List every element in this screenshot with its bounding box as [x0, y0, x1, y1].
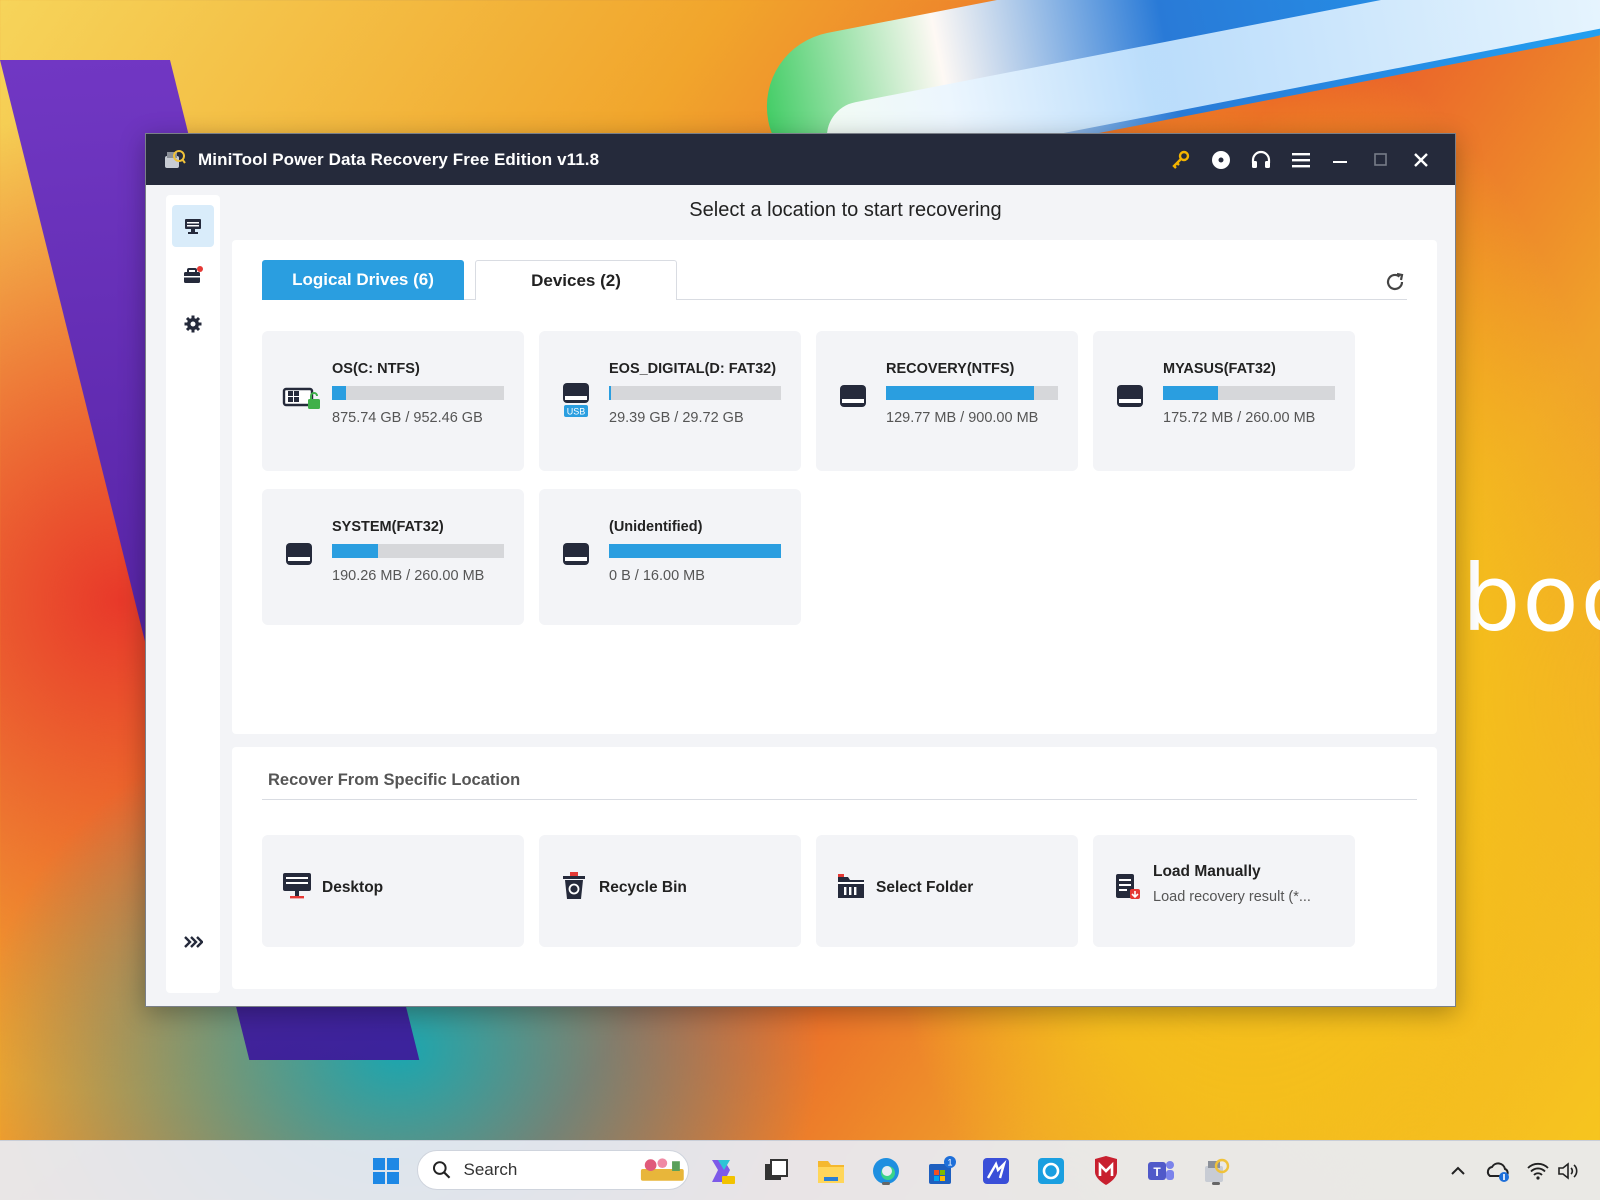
drive-name: SYSTEM(FAT32)	[332, 519, 444, 535]
drive-usage-bar	[332, 386, 504, 400]
refresh-icon[interactable]	[1383, 270, 1407, 294]
recycle-bin-icon	[559, 871, 591, 903]
search-label: Search	[463, 1160, 518, 1179]
load-file-icon	[1113, 871, 1145, 903]
window-title: MiniTool Power Data Recovery Free Editio…	[198, 149, 600, 169]
menu-icon[interactable]	[1281, 140, 1321, 180]
drive-size: 29.39 GB / 29.72 GB	[609, 410, 744, 426]
taskbar-search[interactable]: Search	[417, 1150, 689, 1190]
chevron-up-icon[interactable]	[1438, 1151, 1478, 1191]
location-label: Select Folder	[876, 879, 974, 896]
tab-logical-drives[interactable]: Logical Drives (6)	[262, 260, 464, 300]
usb-drive-icon: USB	[559, 377, 595, 417]
app-logo-icon	[162, 148, 186, 172]
desktop-icon	[282, 871, 314, 903]
drive-icon	[282, 535, 318, 575]
svg-text:T: T	[1153, 1165, 1161, 1179]
gear-icon	[184, 315, 202, 333]
minitool-taskbar-icon[interactable]	[1196, 1151, 1236, 1191]
start-button[interactable]	[366, 1151, 406, 1191]
page-heading: Select a location to start recovering	[689, 199, 1002, 221]
svg-text:1: 1	[947, 1158, 952, 1168]
cortana-icon[interactable]	[1031, 1151, 1071, 1191]
drive-name: RECOVERY(NTFS)	[886, 361, 1015, 377]
sidebar-settings[interactable]	[172, 303, 214, 345]
sidebar-toolkit[interactable]	[172, 255, 214, 297]
location-recycle-bin[interactable]: Recycle Bin	[539, 835, 801, 947]
sidebar	[166, 195, 220, 993]
drives-panel: Logical Drives (6) Devices (2) OS(C: NTF…	[232, 240, 1437, 734]
drive-icon	[559, 535, 595, 575]
drive-name: MYASUS(FAT32)	[1163, 361, 1276, 377]
drive-usage-bar	[332, 544, 504, 558]
drive-size: 129.77 MB / 900.00 MB	[886, 410, 1039, 426]
drive-usage-bar	[609, 544, 781, 558]
close-button[interactable]	[1401, 140, 1441, 180]
drive-size: 175.72 MB / 260.00 MB	[1163, 410, 1316, 426]
active-indicator	[1212, 1182, 1220, 1185]
store-icon[interactable]: 1	[921, 1151, 961, 1191]
drive-usage-bar	[609, 386, 781, 400]
sidebar-this-pc[interactable]	[172, 205, 214, 247]
computer-icon	[185, 219, 201, 234]
windows-logo-icon	[373, 1158, 399, 1184]
mcafee-icon[interactable]	[1086, 1151, 1126, 1191]
drive-usage-bar	[886, 386, 1058, 400]
drive-name: OS(C: NTFS)	[332, 361, 420, 377]
folder-icon	[836, 871, 868, 903]
location-label: Recycle Bin	[599, 879, 687, 896]
drive-size: 875.74 GB / 952.46 GB	[332, 410, 483, 426]
headset-icon[interactable]	[1241, 140, 1281, 180]
title-bar: MiniTool Power Data Recovery Free Editio…	[146, 134, 1455, 185]
double-chevron-right-icon	[184, 936, 203, 948]
location-label: Load Manually	[1153, 863, 1261, 880]
location-sublabel: Load recovery result (*...	[1153, 889, 1311, 905]
drive-icon	[1113, 377, 1149, 417]
section-title: Recover From Specific Location	[268, 771, 521, 789]
drive-card[interactable]: SYSTEM(FAT32) 190.26 MB / 260.00 MB	[262, 489, 524, 625]
minimize-button[interactable]	[1321, 140, 1361, 180]
tab-devices[interactable]: Devices (2)	[475, 260, 677, 300]
onedrive-status-icon[interactable]	[1478, 1151, 1518, 1191]
drive-usage-bar	[1163, 386, 1335, 400]
file-explorer-icon[interactable]	[811, 1151, 851, 1191]
window-body: Select a location to start recovering Lo…	[146, 185, 1455, 1006]
drive-card[interactable]: USB EOS_DIGITAL(D: FAT32) 29.39 GB / 29.…	[539, 331, 801, 471]
taskbar: Search 1 T	[0, 1140, 1600, 1200]
edge-browser-icon[interactable]	[866, 1151, 906, 1191]
divider	[262, 799, 1417, 800]
app-window: MiniTool Power Data Recovery Free Editio…	[145, 133, 1456, 1007]
location-load-manually[interactable]: Load Manually Load recovery result (*...	[1093, 835, 1355, 947]
drive-card[interactable]: MYASUS(FAT32) 175.72 MB / 260.00 MB	[1093, 331, 1355, 471]
active-indicator	[882, 1182, 890, 1185]
toolbox-icon	[184, 266, 203, 283]
tab-bar: Logical Drives (6) Devices (2)	[262, 260, 1407, 300]
svg-text:USB: USB	[567, 407, 586, 417]
volume-icon[interactable]	[1548, 1151, 1588, 1191]
specific-location-panel: Recover From Specific Location Desktop R…	[232, 747, 1437, 989]
drive-card[interactable]: RECOVERY(NTFS) 129.77 MB / 900.00 MB	[816, 331, 1078, 471]
location-desktop[interactable]: Desktop	[262, 835, 524, 947]
windows-drive-icon	[282, 377, 320, 417]
location-label: Desktop	[322, 879, 384, 896]
wallpaper-text: boo	[1462, 545, 1600, 652]
drive-card[interactable]: (Unidentified) 0 B / 16.00 MB	[539, 489, 801, 625]
key-icon[interactable]	[1161, 140, 1201, 180]
drive-card[interactable]: OS(C: NTFS) 875.74 GB / 952.46 GB	[262, 331, 524, 471]
search-icon	[432, 1161, 451, 1179]
drive-size: 190.26 MB / 260.00 MB	[332, 568, 485, 584]
task-view-icon[interactable]	[756, 1151, 796, 1191]
copilot-icon[interactable]	[701, 1151, 741, 1191]
drive-icon	[836, 377, 872, 417]
drive-name: EOS_DIGITAL(D: FAT32)	[609, 361, 777, 377]
disc-icon[interactable]	[1201, 140, 1241, 180]
teams-icon[interactable]: T	[1141, 1151, 1181, 1191]
search-highlight-icon	[641, 1158, 685, 1181]
drive-name: (Unidentified)	[609, 519, 703, 535]
drive-size: 0 B / 16.00 MB	[609, 568, 705, 584]
maximize-button[interactable]	[1361, 140, 1401, 180]
myasus-icon[interactable]	[976, 1151, 1016, 1191]
sidebar-expand[interactable]	[172, 921, 214, 963]
location-select-folder[interactable]: Select Folder	[816, 835, 1078, 947]
